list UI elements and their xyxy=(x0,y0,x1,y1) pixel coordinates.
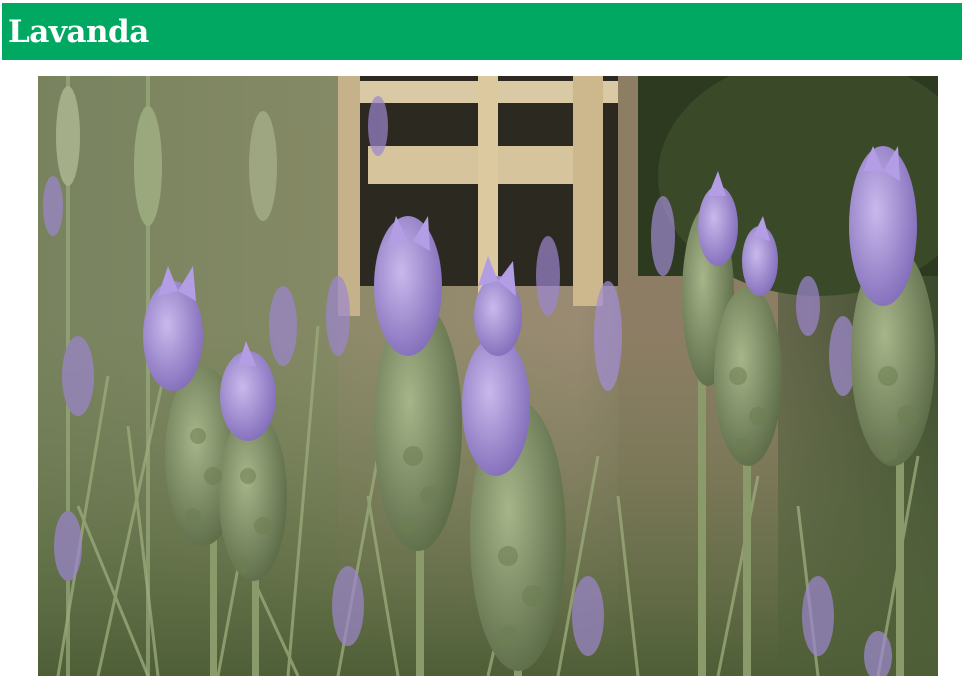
lavender-photo xyxy=(38,76,938,676)
lavender-photo-image xyxy=(38,76,938,676)
page-title: Lavanda xyxy=(8,13,149,50)
title-bar: Lavanda xyxy=(2,3,962,60)
